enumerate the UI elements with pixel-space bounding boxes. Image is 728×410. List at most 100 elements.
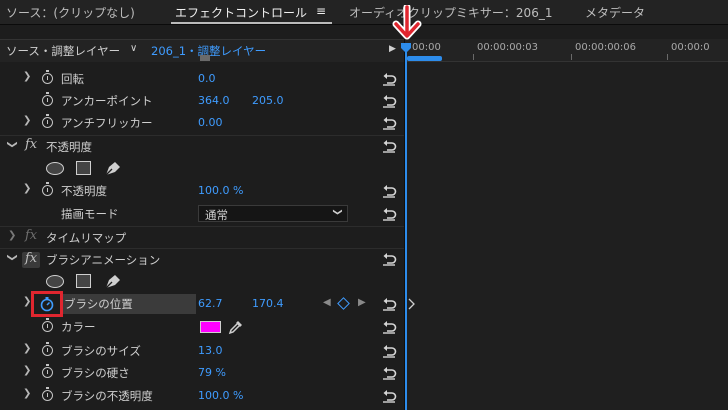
property-label: ブラシの硬さ: [61, 366, 130, 380]
effect-header-opacity[interactable]: ❯ fx 不透明度: [0, 135, 404, 158]
stopwatch-icon[interactable]: [42, 92, 53, 106]
chevron-right-icon[interactable]: ❯: [23, 365, 31, 376]
blend-mode-dropdown[interactable]: 通常 ❯: [198, 205, 348, 222]
property-row-brush-hardness: ❯ ブラシの硬さ 79 %: [0, 362, 404, 384]
property-label: 不透明度: [61, 184, 107, 198]
tab-effect-controls[interactable]: エフェクトコントロール: [175, 4, 307, 21]
reset-icon[interactable]: [381, 366, 397, 380]
property-value[interactable]: 79 %: [198, 366, 226, 379]
property-label: 描画モード: [61, 207, 119, 221]
rectangle-mask-icon[interactable]: [76, 161, 91, 175]
chevron-down-icon[interactable]: ❯: [7, 253, 18, 261]
playhead-handle[interactable]: [400, 42, 412, 54]
chevron-down-icon: ❯: [331, 208, 342, 216]
effect-header-brush-animation[interactable]: ❯ fx ブラシアニメーション: [0, 248, 404, 271]
fx-icon[interactable]: fx: [25, 228, 37, 243]
chevron-down-icon[interactable]: ∨: [130, 43, 137, 54]
active-tab-underline: [171, 22, 332, 24]
tab-metadata[interactable]: メタデータ: [585, 4, 645, 21]
reset-icon[interactable]: [381, 389, 397, 403]
tab-audio-clip-mixer[interactable]: オーディオクリップミキサー：206_1: [349, 4, 552, 21]
property-value-y[interactable]: 170.4: [252, 297, 284, 310]
stopwatch-icon[interactable]: [42, 342, 53, 356]
reset-icon[interactable]: [381, 184, 397, 198]
property-row-brush-position: ❯ ブラシの位置 62.7 170.4 ◀ ▶: [0, 291, 404, 317]
property-label: アンカーポイント: [61, 94, 153, 108]
tab-source[interactable]: ソース：(クリップなし): [6, 4, 135, 21]
chevron-right-icon[interactable]: ❯: [8, 230, 16, 241]
chevron-right-icon[interactable]: ❯: [23, 183, 31, 194]
reset-icon[interactable]: [381, 94, 397, 108]
property-label: ブラシの位置: [64, 297, 133, 311]
property-row-rotation: ❯ 回転 0.0: [0, 68, 404, 90]
effect-label: ブラシアニメーション: [46, 253, 161, 267]
ruler-tick: [473, 54, 474, 60]
eyedropper-icon[interactable]: [228, 319, 244, 335]
next-keyframe-icon[interactable]: ▶: [358, 297, 366, 308]
property-value[interactable]: 100.0 %: [198, 184, 243, 197]
property-label: アンチフリッカー: [61, 116, 153, 130]
property-value-y[interactable]: 205.0: [252, 94, 284, 107]
work-area-bar[interactable]: [407, 56, 442, 61]
effect-header-time-remap[interactable]: ❯ fx タイムリマップ: [0, 226, 404, 249]
reset-icon[interactable]: [381, 139, 397, 153]
panel-menu-icon[interactable]: ≡: [316, 4, 326, 18]
dropdown-value: 通常: [205, 208, 228, 222]
chevron-down-icon[interactable]: ❯: [7, 140, 18, 148]
reset-icon[interactable]: [381, 72, 397, 86]
stopwatch-icon[interactable]: [42, 182, 53, 196]
effect-label: タイムリマップ: [46, 231, 127, 245]
chevron-right-icon[interactable]: ❯: [23, 115, 31, 126]
pen-tool-icon[interactable]: [103, 159, 123, 177]
ellipse-mask-icon[interactable]: [46, 162, 64, 175]
property-value[interactable]: 100.0 %: [198, 389, 243, 402]
stopwatch-icon[interactable]: [42, 70, 53, 84]
effect-label: 不透明度: [46, 140, 92, 154]
chevron-right-icon[interactable]: ❯: [23, 71, 31, 82]
property-row-brush-size: ❯ ブラシのサイズ 13.0: [0, 340, 404, 362]
reset-icon[interactable]: [381, 344, 397, 358]
fx-icon[interactable]: fx: [25, 137, 37, 152]
color-swatch[interactable]: [200, 321, 221, 333]
stopwatch-icon[interactable]: [42, 387, 53, 401]
reset-icon[interactable]: [381, 252, 397, 266]
playhead-line[interactable]: [405, 48, 407, 410]
property-value[interactable]: 0.00: [198, 116, 223, 129]
stopwatch-icon[interactable]: [42, 318, 53, 332]
property-row-opacity: ❯ 不透明度 100.0 %: [0, 180, 404, 202]
reset-icon[interactable]: [381, 116, 397, 130]
chevron-right-icon[interactable]: ❯: [23, 388, 31, 399]
checkbox-partial[interactable]: [200, 55, 210, 61]
reset-icon[interactable]: [381, 297, 397, 311]
chevron-right-icon[interactable]: ❯: [23, 343, 31, 354]
property-row-antiflicker: ❯ アンチフリッカー 0.00: [0, 112, 404, 134]
pen-tool-icon[interactable]: [103, 272, 123, 290]
property-value[interactable]: 13.0: [198, 344, 223, 357]
property-label: ブラシの不透明度: [61, 389, 153, 403]
previous-keyframe-icon[interactable]: ◀: [323, 297, 331, 308]
rectangle-mask-icon[interactable]: [76, 274, 91, 288]
property-label: カラー: [61, 320, 96, 334]
panel-tab-bar: ソース：(クリップなし) エフェクトコントロール ≡ オーディオクリップミキサー…: [0, 0, 728, 25]
reset-icon[interactable]: [381, 207, 397, 221]
ruler-tick: [667, 54, 668, 60]
property-value[interactable]: 0.0: [198, 72, 216, 85]
reset-icon[interactable]: [381, 320, 397, 334]
stopwatch-icon[interactable]: [42, 364, 53, 378]
ellipse-mask-icon[interactable]: [46, 275, 64, 288]
fx-icon[interactable]: fx: [25, 251, 37, 266]
tick-label: 00:00:00:03: [477, 42, 539, 53]
property-value-x[interactable]: 62.7: [198, 297, 223, 310]
source-label: ソース・調整レイヤー: [6, 44, 121, 58]
play-icon[interactable]: ▶: [389, 44, 396, 54]
add-keyframe-icon[interactable]: [337, 297, 350, 310]
property-label: ブラシのサイズ: [61, 344, 141, 358]
time-ruler[interactable]: 00:00 00:00:00:03 00:00:00:06 00:00:0: [405, 39, 728, 62]
timeline-area[interactable]: [405, 39, 728, 410]
stopwatch-active-icon[interactable]: [39, 296, 55, 312]
property-value-x[interactable]: 364.0: [198, 94, 230, 107]
property-row-blend-mode: 描画モード 通常 ❯: [0, 203, 404, 225]
property-row-anchor-point: アンカーポイント 364.0 205.0: [0, 90, 404, 112]
stopwatch-icon[interactable]: [42, 114, 53, 128]
annotation-arrow-icon: [392, 5, 422, 40]
